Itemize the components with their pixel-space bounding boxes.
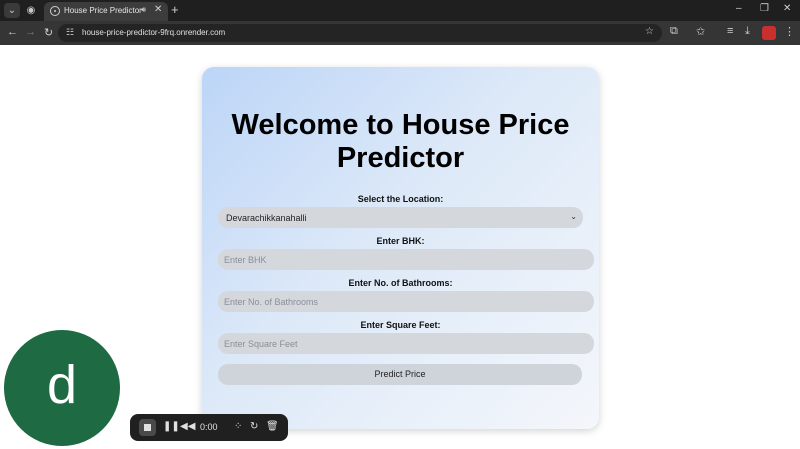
- grid-icon[interactable]: ⁘: [234, 421, 242, 432]
- avatar: d: [4, 330, 120, 446]
- minimize-icon[interactable]: –: [736, 3, 742, 14]
- page-title-line-2: Predictor: [336, 142, 465, 174]
- recording-time: 0:00: [200, 422, 218, 432]
- media-icon[interactable]: ≡: [727, 25, 733, 37]
- browser-tab-bar: ⌄ ◉ House Price Predictor 🔊︎ ✕ + – ❐ ✕: [0, 0, 800, 21]
- address-url[interactable]: house-price-predictor-9frq.onrender.com: [82, 28, 225, 37]
- location-selected-value: Devarachikkanahalli: [226, 213, 307, 223]
- square-feet-label: Enter Square Feet:: [360, 320, 441, 330]
- page-content: Welcome to House Price Predictor Select …: [0, 45, 800, 449]
- menu-icon[interactable]: ⋮: [784, 25, 795, 38]
- profile-avatar-icon[interactable]: [762, 26, 776, 40]
- location-label: Select the Location:: [357, 194, 444, 204]
- pause-icon[interactable]: ❚❚: [163, 421, 180, 432]
- restore-icon[interactable]: ❐: [760, 3, 769, 14]
- extensions-icon[interactable]: ⧉: [670, 25, 678, 38]
- bookmark-star-icon[interactable]: ☆: [645, 26, 654, 37]
- square-feet-input[interactable]: [218, 333, 594, 354]
- location-select[interactable]: Devarachikkanahalli ⌄: [218, 207, 583, 228]
- recording-control-bar: ❚❚ ◀◀ 0:00 ⁘ ↻ 🗑︎: [130, 414, 288, 441]
- browser-tab[interactable]: House Price Predictor 🔊︎ ✕: [44, 2, 168, 21]
- browser-toolbar: ← → ↻ ☷ house-price-predictor-9frq.onren…: [0, 21, 800, 45]
- record-indicator-icon[interactable]: ◉: [23, 3, 39, 18]
- trash-icon[interactable]: 🗑︎: [266, 421, 279, 432]
- speaker-icon[interactable]: 🔊︎: [141, 5, 146, 15]
- globe-icon: [50, 6, 60, 16]
- bhk-input[interactable]: [218, 249, 594, 270]
- tab-search-icon[interactable]: ⌄: [4, 3, 20, 18]
- tab-close-icon[interactable]: ✕: [154, 4, 162, 15]
- forward-arrow-icon[interactable]: →: [25, 26, 36, 38]
- page-title: Welcome to House Price Predictor: [202, 109, 599, 175]
- restart-icon[interactable]: ↻: [250, 421, 258, 432]
- page-title-line-1: Welcome to House Price: [231, 109, 570, 141]
- bathrooms-input[interactable]: [218, 291, 594, 312]
- chevron-down-icon: ⌄: [570, 212, 577, 221]
- back-arrow-icon[interactable]: ←: [7, 26, 18, 38]
- tab-title: House Price Predictor: [64, 6, 142, 15]
- bathrooms-label: Enter No. of Bathrooms:: [348, 278, 453, 288]
- rewind-icon[interactable]: ◀◀: [180, 421, 195, 432]
- reload-icon[interactable]: ↻: [44, 26, 53, 39]
- download-icon[interactable]: ⤓: [745, 25, 750, 38]
- stop-icon[interactable]: [139, 419, 156, 436]
- site-info-icon[interactable]: ☷: [66, 27, 74, 38]
- address-bar[interactable]: ☷ house-price-predictor-9frq.onrender.co…: [58, 24, 662, 42]
- predictor-card: Welcome to House Price Predictor Select …: [202, 67, 599, 429]
- new-tab-button[interactable]: +: [171, 2, 179, 17]
- bookmarks-icon[interactable]: ✩: [696, 25, 705, 38]
- window-close-icon[interactable]: ✕: [783, 3, 791, 14]
- bhk-label: Enter BHK:: [376, 236, 425, 246]
- predict-price-button[interactable]: Predict Price: [218, 364, 582, 385]
